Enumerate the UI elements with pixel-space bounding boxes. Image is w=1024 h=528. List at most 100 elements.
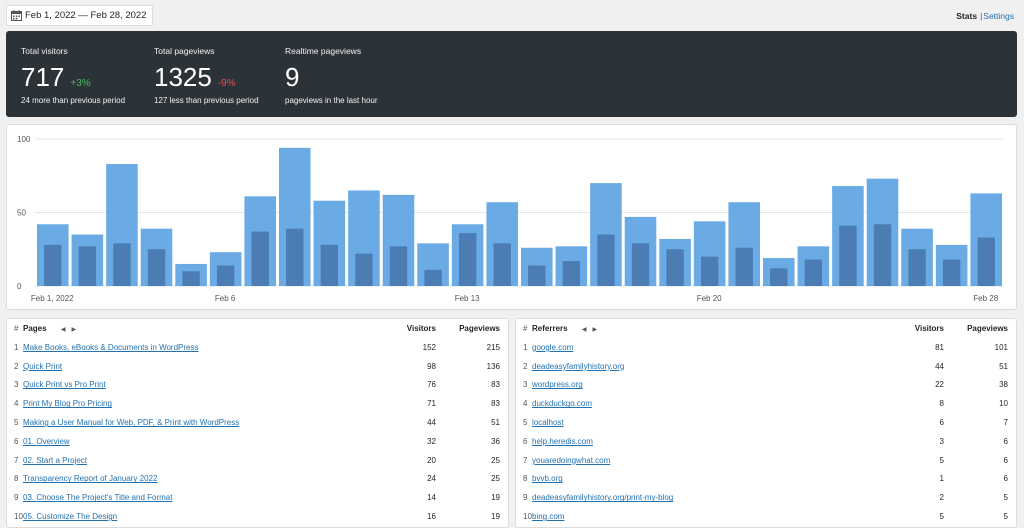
visitors-bar (700, 256, 719, 286)
row-pageviews: 25 (491, 474, 500, 484)
row-link[interactable]: 05. Customize The Design (23, 512, 117, 521)
row-link[interactable]: Print My Blog Pro Pricing (23, 399, 112, 408)
nav-separator: | (980, 11, 983, 21)
row-name-cell: 05. Customize The Design (23, 507, 356, 526)
row-visitors: 8 (939, 399, 944, 409)
row-name-cell: Making a User Manual for Web, PDF, & Pri… (23, 413, 356, 432)
row-name-cell: youaredoingwhat.com (532, 451, 864, 470)
table-row: 2 Quick Print 98 136 (7, 357, 508, 376)
row-link[interactable]: google.com (532, 343, 573, 352)
table-row: 1 google.com 81 101 (516, 338, 1016, 357)
table-row: 6 01. Overview 32 36 (7, 432, 508, 451)
row-rank: 4 (523, 399, 528, 409)
visitors-bar (562, 261, 581, 286)
row-link[interactable]: help.heredis.com (532, 437, 593, 446)
visitors-bar (355, 253, 373, 286)
row-name-cell: 01. Overview (23, 432, 356, 451)
table-row: 8 Transparency Report of January 2022 24 25 (7, 470, 508, 489)
row-link[interactable]: bvvb.org (532, 474, 563, 483)
row-name-cell: help.heredis.com (532, 432, 864, 451)
referrers-table: # Referrers ◀▶ Visitors Pageviews 1 googl… (516, 319, 1016, 526)
row-pageviews: 6 (1003, 455, 1008, 465)
row-visitors: 5 (939, 512, 944, 522)
y-tick-label: 100 (17, 135, 31, 144)
total-pageviews-change: -9% (217, 78, 236, 89)
row-visitors: 14 (427, 493, 436, 503)
row-visitors: 20 (427, 455, 436, 465)
row-rank: 10 (523, 512, 532, 522)
row-visitors: 6 (939, 418, 944, 428)
row-visitors: 24 (427, 474, 436, 484)
table-row: 1 Make Books, eBooks & Documents in WordP… (7, 338, 508, 357)
pageviews-chart: 100 50 0 Feb 1, 2022 Feb 6 Feb 13 Feb 20 Feb 28 (17, 135, 1003, 303)
row-name-cell: deadeasyfamilyhistory.org/print-my-blog (532, 488, 864, 507)
visitors-bar (908, 249, 926, 286)
visitors-bar (977, 237, 995, 286)
visitors-bar (528, 265, 546, 286)
pages-title: Pages (23, 324, 47, 333)
row-link[interactable]: wordpress.org (532, 380, 583, 389)
nav-settings-link[interactable]: Settings (983, 11, 1014, 21)
next-page-icon[interactable]: ▶ (592, 327, 603, 333)
row-pageviews: 5 (1003, 493, 1008, 503)
row-pageviews: 25 (491, 455, 500, 465)
visitors-bar (424, 269, 442, 286)
row-link[interactable]: deadeasyfamilyhistory.org/print-my-blog (532, 493, 673, 502)
row-link[interactable]: duckduckgo.com (532, 399, 592, 408)
total-visitors-stat: Total visitors 717 +3% 24 more than prev… (21, 46, 125, 105)
row-visitors: 1 (939, 474, 944, 484)
row-pageviews: 51 (491, 418, 500, 428)
prev-page-icon[interactable]: ◀ (61, 327, 72, 333)
row-name-cell: Print My Blog Pro Pricing (23, 394, 356, 413)
x-tick-label: Feb 28 (973, 294, 998, 303)
row-visitors: 81 (935, 342, 944, 352)
pageviews-chart-card: 100 50 0 Feb 1, 2022 Feb 6 Feb 13 Feb 20 Feb 28 (6, 124, 1017, 310)
row-link[interactable]: 02. Start a Project (23, 456, 87, 465)
date-range-picker[interactable]: Feb 1, 2022 — Feb 28, 2022 (6, 5, 154, 26)
row-link[interactable]: Make Books, eBooks & Documents in WordPr… (23, 343, 198, 352)
row-pageviews: 215 (486, 342, 500, 352)
row-rank: 1 (523, 342, 528, 352)
visitors-bar (147, 249, 166, 286)
row-visitors: 44 (427, 418, 436, 428)
row-pageviews: 38 (999, 380, 1008, 390)
visitors-bar (458, 233, 477, 286)
row-link[interactable]: 03. Choose The Project's Title and Forma… (23, 493, 172, 502)
row-visitors: 152 (422, 342, 436, 352)
row-link[interactable]: bing.com (532, 512, 564, 521)
row-rank: 1 (14, 342, 19, 352)
top-nav: Stats |Settings (956, 11, 1014, 21)
row-link[interactable]: Transparency Report of January 2022 (23, 474, 157, 483)
visitors-bar (631, 243, 650, 286)
prev-page-icon[interactable]: ◀ (582, 327, 593, 333)
table-row: 2 deadeasyfamilyhistory.org 44 51 (516, 357, 1016, 376)
nav-stats[interactable]: Stats (956, 11, 977, 21)
row-link[interactable]: Quick Print vs Pro Print (23, 380, 106, 389)
table-row: 10 bing.com 5 5 (516, 507, 1016, 526)
row-rank: 3 (14, 380, 19, 390)
table-row: 7 youaredoingwhat.com 5 6 (516, 451, 1016, 470)
row-rank: 3 (523, 380, 528, 390)
y-tick-label: 50 (17, 209, 26, 218)
row-rank: 5 (14, 418, 19, 428)
row-pageviews: 36 (491, 436, 500, 446)
row-link[interactable]: localhost (532, 418, 564, 427)
referrers-table-header: # Referrers ◀▶ Visitors Pageviews (516, 319, 1016, 338)
visitors-bar (873, 224, 892, 286)
referrers-panel: # Referrers ◀▶ Visitors Pageviews 1 googl… (515, 318, 1017, 528)
next-page-icon[interactable]: ▶ (71, 327, 82, 333)
row-name-cell: Quick Print vs Pro Print (23, 376, 356, 395)
visitors-bar (78, 246, 97, 286)
row-rank: 4 (14, 399, 19, 409)
row-link[interactable]: 01. Overview (23, 437, 70, 446)
row-link[interactable]: Making a User Manual for Web, PDF, & Pri… (23, 418, 239, 427)
table-row: 3 Quick Print vs Pro Print 76 83 (7, 376, 508, 395)
y-tick-label: 0 (17, 282, 22, 291)
total-visitors-label: Total visitors (21, 46, 68, 56)
visitors-bar (320, 244, 339, 286)
row-name-cell: 02. Start a Project (23, 451, 356, 470)
visitors-bar (113, 243, 131, 286)
row-link[interactable]: deadeasyfamilyhistory.org (532, 362, 624, 371)
row-link[interactable]: youaredoingwhat.com (532, 456, 610, 465)
row-link[interactable]: Quick Print (23, 362, 62, 371)
